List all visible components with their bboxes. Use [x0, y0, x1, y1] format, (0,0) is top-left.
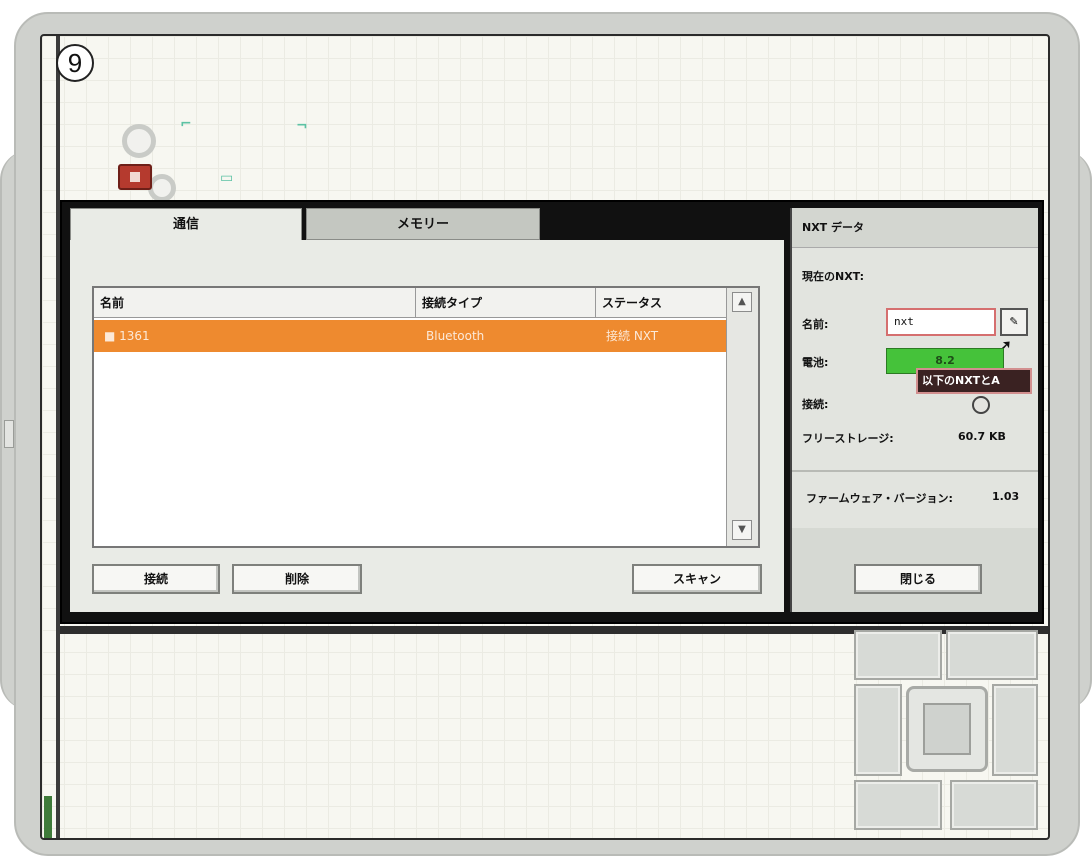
table-row[interactable]: ■ 1361 Bluetooth 接続 NXT [94, 320, 728, 352]
connection-icon [972, 396, 990, 414]
tab-communication[interactable]: 通信 [70, 208, 302, 240]
row-status: 接続 NXT [606, 329, 659, 343]
column-header-status[interactable]: ステータス [596, 288, 728, 318]
row-name: ■ 1361 [104, 329, 150, 343]
tooltip: 以下のNXTとA [916, 368, 1032, 394]
tab-body-edge [70, 240, 784, 244]
nxt-device-list[interactable]: 名前 接続タイプ ステータス ■ 1361 Bluetooth 接続 NXT ▲… [92, 286, 760, 548]
column-header-connection-type[interactable]: 接続タイプ [416, 288, 596, 318]
move-block-icon[interactable] [118, 164, 152, 190]
scan-button[interactable]: スキャン [632, 564, 762, 594]
list-scrollbar[interactable]: ▲ ▼ [726, 288, 758, 546]
nxt-data-title: NXT データ [792, 208, 1038, 248]
dpad-right-button[interactable] [992, 684, 1038, 776]
connect-button[interactable]: 接続 [92, 564, 220, 594]
list-header: 名前 接続タイプ ステータス [94, 288, 728, 318]
dpad-center-face [923, 703, 971, 755]
dpad-center-button[interactable] [906, 686, 988, 772]
free-storage-value: 60.7 KB [958, 430, 1006, 443]
nxt-data-panel: NXT データ 現在のNXT: 名前: nxt ✎ ➚ 電池: 8.2 以下のN… [790, 208, 1038, 612]
nxt-window-dialog: 通信 メモリー 名前 接続タイプ ステータス ■ 1361 Bluetooth … [60, 200, 1044, 624]
dpad-top-left-button[interactable] [854, 630, 942, 680]
gear-icon [148, 174, 176, 202]
tab-memory[interactable]: メモリー [306, 208, 540, 240]
battery-label: 電池: [802, 356, 829, 369]
firmware-version-value: 1.03 [992, 490, 1020, 503]
navigation-dpad[interactable] [854, 630, 1042, 834]
name-label: 名前: [802, 318, 829, 331]
dpad-left-button[interactable] [854, 684, 902, 776]
dpad-bottom-right-button[interactable] [950, 780, 1038, 830]
sequence-beam-start [44, 796, 52, 838]
sensor-mark-icon: ▭ [220, 170, 234, 186]
current-nxt-label: 現在のNXT: [802, 270, 864, 283]
wire-mark-icon: ⌐ [180, 116, 192, 132]
scroll-up-icon[interactable]: ▲ [732, 292, 752, 312]
free-storage-label: フリーストレージ: [802, 432, 894, 445]
step-number-badge: 9 [56, 44, 94, 82]
panel-divider [792, 470, 1038, 472]
connection-label: 接続: [802, 398, 829, 411]
firmware-version-label: ファームウェア・バージョン: [806, 492, 953, 505]
rename-button[interactable]: ✎ [1000, 308, 1028, 336]
dpad-top-right-button[interactable] [946, 630, 1038, 680]
row-connection-type: Bluetooth [426, 329, 485, 343]
column-header-name[interactable]: 名前 [94, 288, 416, 318]
wire-mark-icon: ¬ [296, 118, 308, 134]
close-button[interactable]: 閉じる [854, 564, 982, 594]
dpad-bottom-left-button[interactable] [854, 780, 942, 830]
remove-button[interactable]: 削除 [232, 564, 362, 594]
bezel-indicator [4, 420, 14, 448]
nxt-name-input[interactable]: nxt [886, 308, 996, 336]
communication-panel: 通信 メモリー 名前 接続タイプ ステータス ■ 1361 Bluetooth … [70, 208, 784, 612]
gear-icon [122, 124, 156, 158]
tab-bar: 通信 メモリー [70, 208, 784, 240]
scroll-down-icon[interactable]: ▼ [732, 520, 752, 540]
